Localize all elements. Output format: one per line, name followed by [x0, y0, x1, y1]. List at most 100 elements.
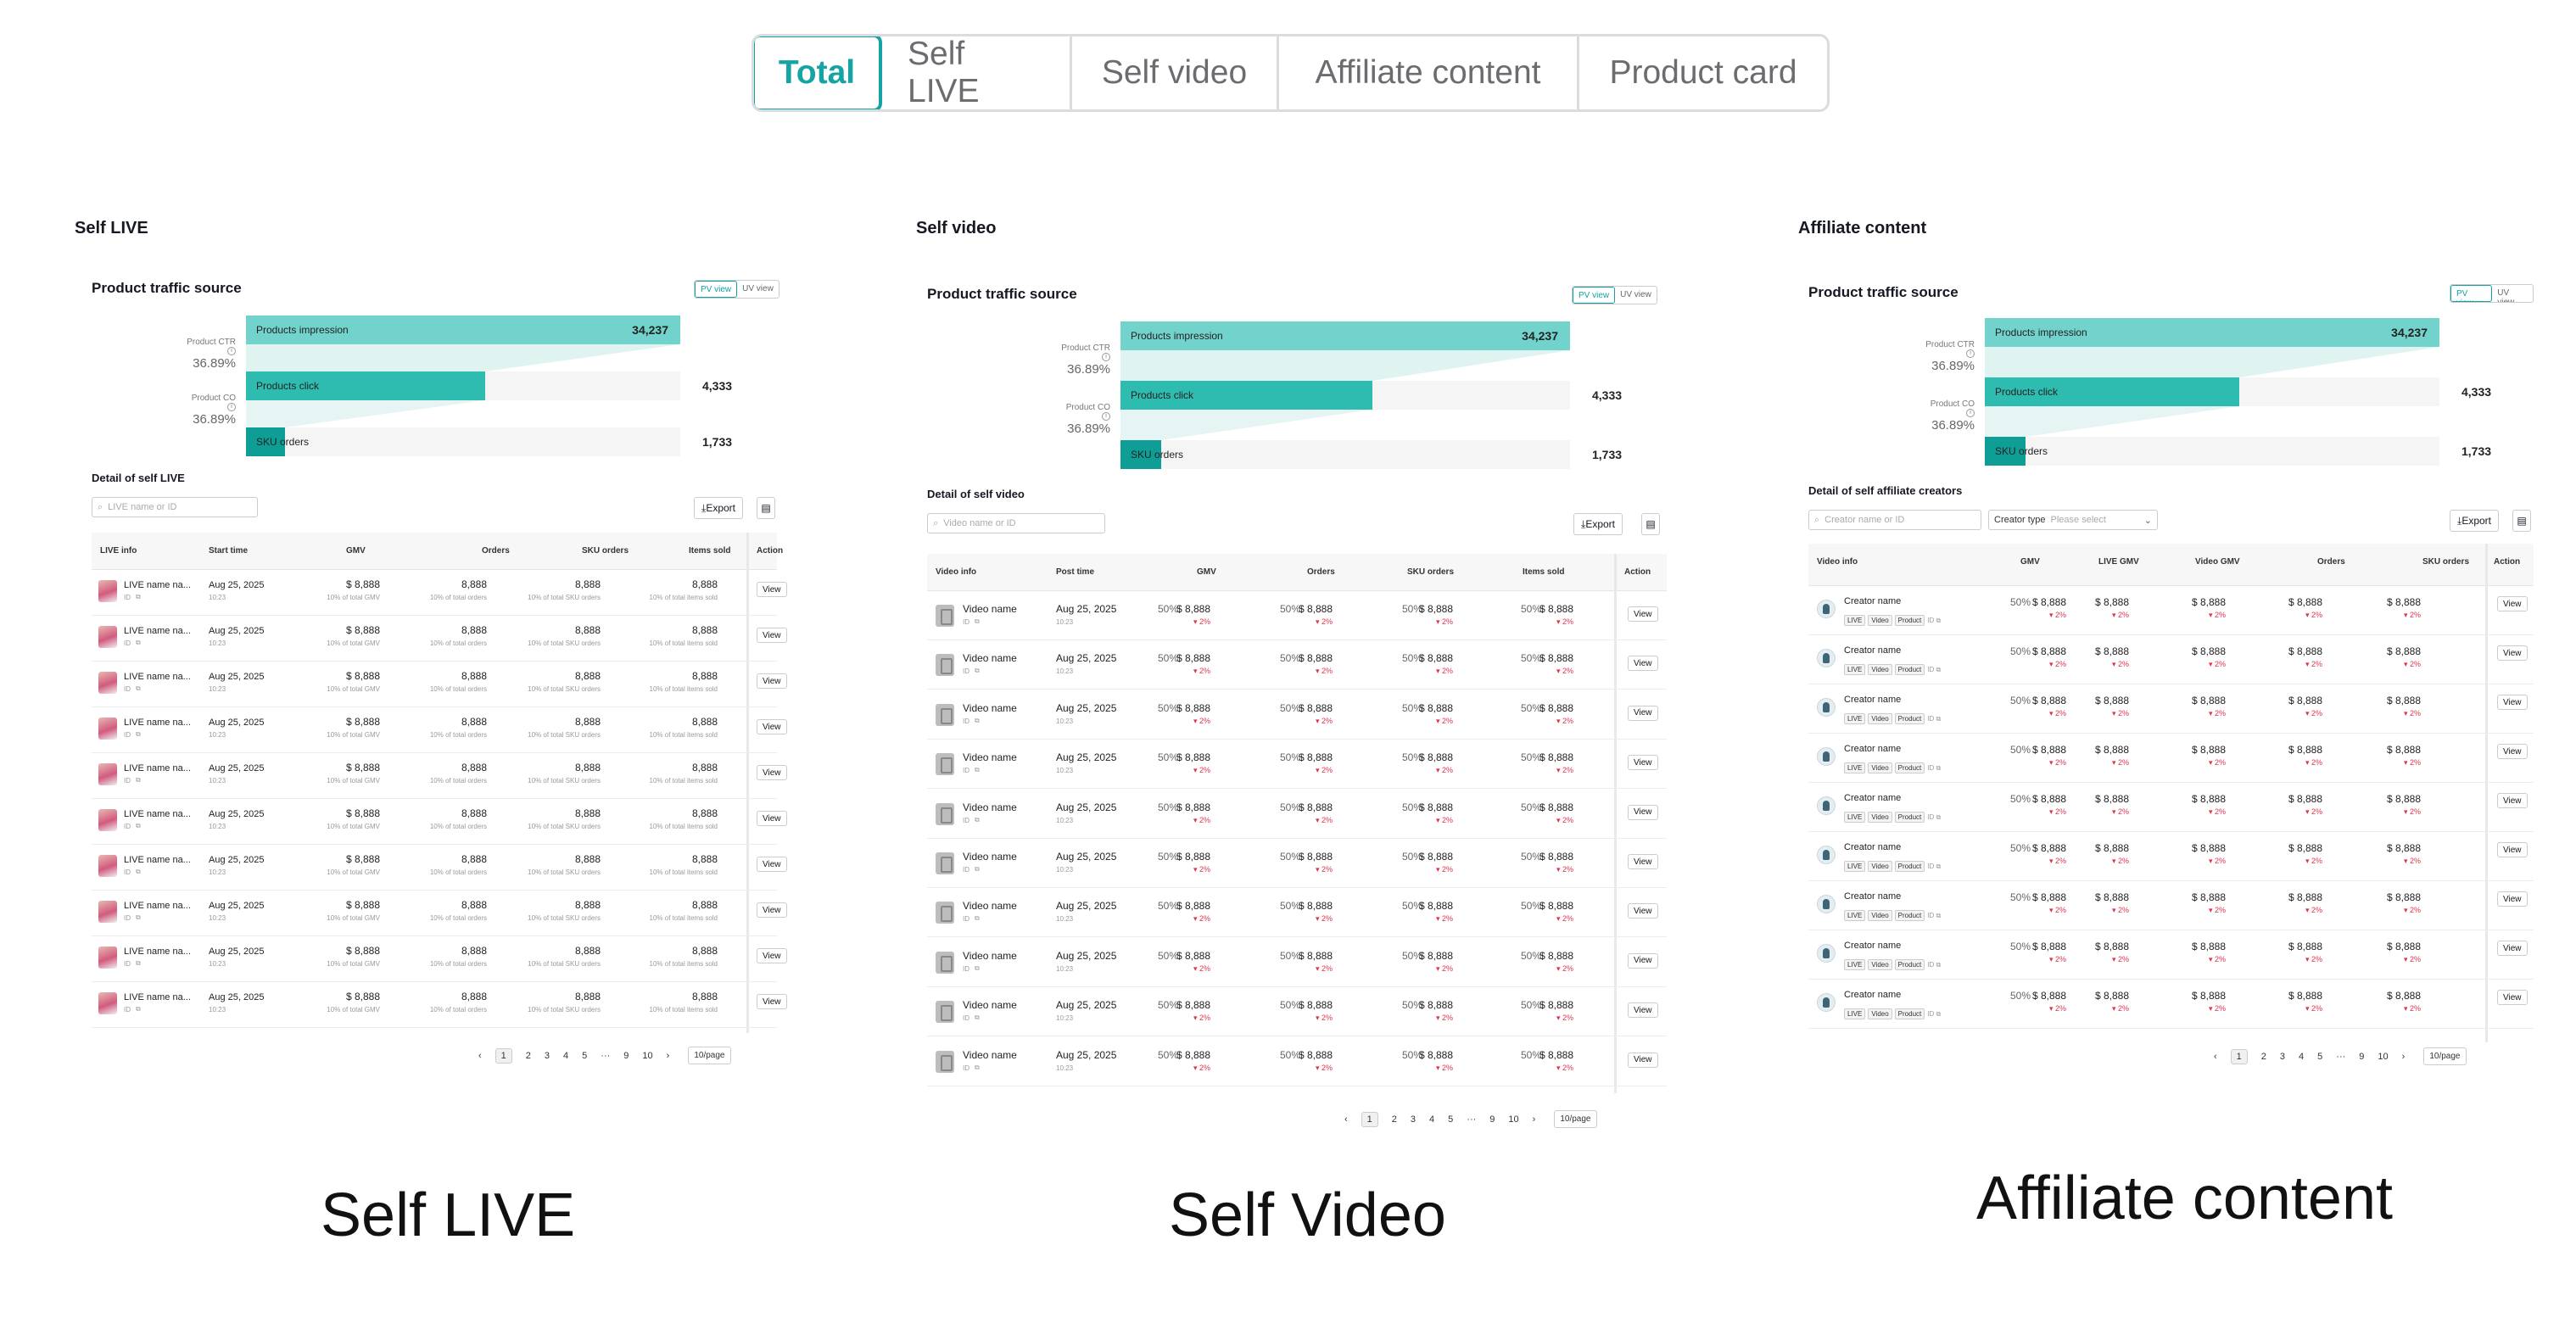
view-button[interactable]: View — [1628, 804, 1658, 820]
creator-name[interactable]: Creator name — [1844, 645, 1901, 656]
copy-icon[interactable]: ⧉ — [1934, 813, 1941, 821]
view-button[interactable]: View — [2497, 891, 2528, 907]
live-name[interactable]: LIVE name na... — [124, 718, 191, 728]
video-name[interactable]: Video name — [963, 801, 1017, 813]
page-9[interactable]: 9 — [1489, 1114, 1495, 1125]
pv-view-toggle[interactable]: PV view — [1573, 287, 1616, 304]
copy-icon[interactable]: ⧉ — [136, 639, 141, 647]
view-button[interactable]: View — [757, 765, 787, 780]
view-button[interactable]: View — [2497, 596, 2528, 611]
page-5[interactable]: 5 — [2317, 1052, 2322, 1062]
view-button[interactable]: View — [1628, 606, 1658, 622]
view-button[interactable]: View — [1628, 755, 1658, 771]
page-10[interactable]: 10 — [1508, 1114, 1518, 1125]
live-name[interactable]: LIVE name na... — [124, 580, 191, 590]
view-button[interactable]: View — [2497, 793, 2528, 808]
export-button[interactable]: ⤓ Export — [2450, 510, 2499, 532]
copy-icon[interactable]: ⧉ — [136, 684, 141, 693]
copy-icon[interactable]: ⧉ — [136, 913, 141, 922]
page-size-select[interactable]: 10/page — [1554, 1110, 1597, 1128]
next-page-icon[interactable]: › — [1533, 1114, 1536, 1125]
copy-icon[interactable]: ⧉ — [1934, 715, 1941, 723]
video-name[interactable]: Video name — [963, 851, 1017, 863]
page-1[interactable]: 1 — [1361, 1111, 1378, 1127]
page-1[interactable]: 1 — [2230, 1048, 2248, 1064]
view-button[interactable]: View — [757, 994, 787, 1009]
view-button[interactable]: View — [1628, 656, 1658, 672]
page-4[interactable]: 4 — [1429, 1114, 1434, 1125]
copy-icon[interactable]: ⧉ — [1934, 863, 1941, 870]
copy-icon[interactable]: ⧉ — [136, 593, 141, 601]
sort-header[interactable]: Orders — [1307, 567, 1335, 577]
uv-view-toggle[interactable]: UV view — [2492, 285, 2533, 302]
view-button[interactable]: View — [757, 811, 787, 826]
view-button[interactable]: View — [2497, 990, 2528, 1005]
column-settings-icon[interactable]: ▤ — [2512, 510, 2531, 532]
view-button[interactable]: View — [757, 948, 787, 963]
uv-view-toggle[interactable]: UV view — [1615, 287, 1657, 304]
view-button[interactable]: View — [1628, 903, 1658, 919]
view-button[interactable]: View — [2497, 744, 2528, 759]
copy-icon[interactable]: ⧉ — [975, 964, 980, 973]
copy-icon[interactable]: ⧉ — [1934, 764, 1941, 772]
tab-affiliate-content[interactable]: Affiliate content — [1279, 36, 1579, 109]
page-size-select[interactable]: 10/page — [688, 1047, 731, 1064]
sort-header[interactable]: LIVE GMV — [2098, 557, 2139, 567]
copy-icon[interactable]: ⧉ — [136, 959, 141, 968]
view-button[interactable]: View — [2497, 695, 2528, 710]
sort-header[interactable]: GMV — [2020, 557, 2040, 567]
uv-view-toggle[interactable]: UV view — [737, 281, 779, 298]
video-name[interactable]: Video name — [963, 702, 1017, 714]
video-name[interactable]: Video name — [963, 1049, 1017, 1061]
creator-name[interactable]: Creator name — [1844, 891, 1901, 902]
copy-icon[interactable]: ⧉ — [1934, 912, 1941, 919]
copy-icon[interactable]: ⧉ — [975, 865, 980, 874]
sort-header[interactable]: SKU orders — [1407, 567, 1454, 577]
view-button[interactable]: View — [757, 673, 787, 689]
next-page-icon[interactable]: › — [667, 1051, 670, 1061]
page-9[interactable]: 9 — [2359, 1052, 2364, 1062]
prev-page-icon[interactable]: ‹ — [1344, 1114, 1348, 1125]
video-name[interactable]: Video name — [963, 950, 1017, 962]
sort-header[interactable]: Items sold — [1523, 567, 1564, 577]
page-ellipsis[interactable]: ··· — [2336, 1052, 2345, 1062]
search-input[interactable]: ⌕ LIVE name or ID — [92, 497, 258, 517]
sort-header[interactable]: GMV — [1197, 567, 1216, 577]
export-button[interactable]: ⤓ Export — [1573, 513, 1623, 535]
copy-icon[interactable]: ⧉ — [1934, 666, 1941, 673]
column-settings-icon[interactable]: ▤ — [757, 497, 775, 519]
copy-icon[interactable]: ⧉ — [975, 816, 980, 824]
prev-page-icon[interactable]: ‹ — [2214, 1052, 2217, 1062]
page-size-select[interactable]: 10/page — [2423, 1047, 2467, 1065]
view-button[interactable]: View — [2497, 645, 2528, 661]
copy-icon[interactable]: ⧉ — [136, 730, 141, 739]
live-name[interactable]: LIVE name na... — [124, 901, 191, 911]
search-input[interactable]: ⌕ Video name or ID — [927, 513, 1105, 533]
page-2[interactable]: 2 — [1392, 1114, 1397, 1125]
creator-type-select[interactable]: Creator type Please select ⌄ — [1988, 510, 2158, 530]
page-2[interactable]: 2 — [2261, 1052, 2266, 1062]
creator-name[interactable]: Creator name — [1844, 596, 1901, 606]
creator-name[interactable]: Creator name — [1844, 744, 1901, 754]
sort-header[interactable]: Video GMV — [2195, 557, 2240, 567]
sort-header[interactable]: Start time — [209, 546, 248, 556]
page-4[interactable]: 4 — [563, 1051, 568, 1061]
copy-icon[interactable]: ⧉ — [136, 776, 141, 785]
sort-header[interactable]: Orders — [482, 546, 510, 556]
view-button[interactable]: View — [1628, 854, 1658, 869]
pv-view-toggle[interactable]: PV view — [2450, 285, 2493, 302]
creator-name[interactable]: Creator name — [1844, 990, 1901, 1000]
creator-name[interactable]: Creator name — [1844, 941, 1901, 951]
column-settings-icon[interactable]: ▤ — [1641, 513, 1660, 535]
copy-icon[interactable]: ⧉ — [1934, 617, 1941, 624]
page-ellipsis[interactable]: ··· — [1467, 1114, 1476, 1125]
pv-view-toggle[interactable]: PV view — [695, 281, 738, 298]
live-name[interactable]: LIVE name na... — [124, 672, 191, 682]
sort-header[interactable]: Items sold — [689, 546, 730, 556]
copy-icon[interactable]: ⧉ — [975, 1064, 980, 1072]
tab-total[interactable]: Total — [754, 36, 882, 109]
view-button[interactable]: View — [757, 628, 787, 643]
live-name[interactable]: LIVE name na... — [124, 763, 191, 773]
copy-icon[interactable]: ⧉ — [975, 667, 980, 675]
view-button[interactable]: View — [757, 902, 787, 918]
